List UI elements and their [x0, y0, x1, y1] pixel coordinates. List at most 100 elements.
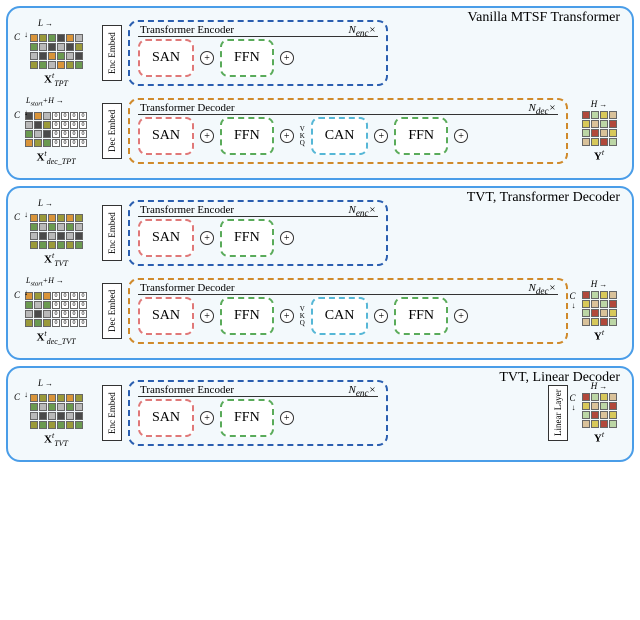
input-var-label: XtTVT	[44, 431, 68, 448]
output-block: H C ↓ Yt	[574, 279, 624, 343]
dim-l-label: L	[38, 198, 53, 208]
decoder-repeat-label: Ndec×	[529, 282, 557, 296]
encoder-input: L C ↓ XtTPT	[16, 18, 96, 88]
add-op: +	[280, 231, 294, 245]
dim-c-label: C	[14, 290, 20, 300]
san-module: SAN	[138, 117, 194, 155]
can-module: CAN	[311, 117, 369, 155]
output-block: H Yt	[574, 99, 624, 163]
output-grid	[582, 111, 617, 146]
input-grid-tvt	[30, 214, 83, 249]
dim-c-arrow: ↓	[24, 390, 28, 399]
dim-c-arrow: ↓	[24, 108, 28, 117]
input-var-label: Xtdec_TVT	[36, 329, 75, 346]
add-op: +	[280, 51, 294, 65]
encoder-input: L C ↓ XtTVT	[16, 198, 96, 268]
panel-tvt-linear-decoder: TVT, Linear Decoder L C ↓ XtTVT Enc Embe…	[6, 366, 634, 462]
add-op: +	[200, 309, 214, 323]
add-op: +	[280, 411, 294, 425]
dim-c-label: C	[14, 110, 20, 120]
ffn-module: FFN	[220, 219, 274, 257]
transformer-encoder-stage: Transformer Encoder Nenc× SAN + FFN +	[128, 200, 388, 266]
dim-c-arrow: ↓	[24, 30, 28, 39]
dim-l-label: Lstart+H	[26, 276, 64, 288]
san-module: SAN	[138, 399, 194, 437]
out-dim-h: H	[591, 99, 608, 109]
input-grid-dec-tvt: 0000 0000 0000 0000	[25, 292, 87, 327]
dim-c-label: C	[14, 32, 20, 42]
residual-line	[138, 36, 378, 37]
encoder-repeat-label: Nenc×	[349, 384, 377, 398]
residual-line	[138, 294, 558, 295]
ffn-module: FFN	[220, 297, 274, 335]
add-op: +	[374, 309, 388, 323]
decoder-stage-label: Transformer Decoder	[140, 282, 235, 294]
decoder-input: Lstart+H C ↓ 0000 0000 0000 0000 Xtdec_T…	[16, 96, 96, 166]
ffn-module: FFN	[220, 117, 274, 155]
enc-embed-box: Enc Embed	[102, 205, 122, 261]
encoder-row: L C ↓ XtTVT Enc Embed Transformer Encode…	[16, 374, 624, 452]
residual-line	[138, 216, 378, 217]
panel-tvt-transformer-decoder: TVT, Transformer Decoder L C ↓ XtTVT Enc…	[6, 186, 634, 360]
input-var-label: XtTVT	[44, 251, 68, 268]
dim-c-arrow: ↓	[24, 210, 28, 219]
add-op: +	[454, 129, 468, 143]
add-op: +	[200, 231, 214, 245]
add-op: +	[200, 51, 214, 65]
output-grid	[582, 393, 617, 428]
out-dim-h: H	[591, 381, 608, 391]
add-op: +	[200, 411, 214, 425]
dim-l-label: L	[38, 18, 53, 28]
can-module: CAN	[311, 297, 369, 335]
kvq-labels: V K Q	[300, 306, 305, 327]
enc-embed-box: Enc Embed	[102, 385, 122, 441]
output-var-label: Yt	[594, 328, 604, 343]
decoder-input: Lstart+H C ↓ 0000 0000 0000 0000 Xtdec_T…	[16, 276, 96, 346]
input-var-label: Xtdec_TPT	[36, 149, 75, 166]
add-op: +	[374, 129, 388, 143]
residual-line	[138, 114, 558, 115]
output-var-label: Yt	[594, 430, 604, 445]
output-var-label: Yt	[594, 148, 604, 163]
encoder-repeat-label: Nenc×	[349, 24, 377, 38]
decoder-row: Lstart+H C ↓ 0000 0000 0000 0000 Xtdec_T…	[16, 272, 624, 350]
dec-embed-box: Dec Embed	[102, 283, 122, 339]
residual-line	[138, 396, 378, 397]
encoder-input: L C ↓ XtTVT	[16, 378, 96, 448]
encoder-row: L C ↓ XtTPT Enc Embed Transformer Encode…	[16, 14, 624, 92]
encoder-row: L C ↓ XtTVT Enc Embed Transformer Encode…	[16, 194, 624, 272]
add-op: +	[200, 129, 214, 143]
encoder-stage-label: Transformer Encoder	[140, 204, 234, 216]
transformer-encoder-stage: Transformer Encoder Nenc× SAN + FFN +	[128, 20, 388, 86]
dim-l-label: L	[38, 378, 53, 388]
ffn-module: FFN	[394, 297, 448, 335]
input-grid-dec-tpt: 0000 0000 0000 0000	[25, 112, 87, 147]
dim-l-label: Lstart+H	[26, 96, 64, 108]
input-var-label: XtTPT	[44, 71, 68, 88]
decoder-row: Lstart+H C ↓ 0000 0000 0000 0000 Xtdec_T…	[16, 92, 624, 170]
input-grid-tpt	[30, 34, 83, 69]
encoder-repeat-label: Nenc×	[349, 204, 377, 218]
ffn-module: FFN	[220, 399, 274, 437]
transformer-decoder-stage: Transformer Decoder Ndec× SAN + FFN + V …	[128, 278, 568, 344]
out-dim-c: C	[570, 393, 576, 403]
add-op: +	[280, 129, 294, 143]
transformer-encoder-stage: Transformer Encoder Nenc× SAN + FFN +	[128, 380, 388, 446]
encoder-stage-label: Transformer Encoder	[140, 24, 234, 36]
kvq-labels: V K Q	[300, 126, 305, 147]
transformer-decoder-stage: Transformer Decoder Ndec× SAN + FFN + V …	[128, 98, 568, 164]
panel-vanilla-mtsf: Vanilla MTSF Transformer L C ↓ XtTPT Enc…	[6, 6, 634, 180]
san-module: SAN	[138, 39, 194, 77]
dim-c-label: C	[14, 392, 20, 402]
dec-embed-box: Dec Embed	[102, 103, 122, 159]
out-dim-c: C	[570, 291, 576, 301]
enc-embed-box: Enc Embed	[102, 25, 122, 81]
ffn-module: FFN	[394, 117, 448, 155]
ffn-module: FFN	[220, 39, 274, 77]
out-dim-h: H	[591, 279, 608, 289]
input-grid-tvt	[30, 394, 83, 429]
decoder-repeat-label: Ndec×	[529, 102, 557, 116]
linear-layer-box: Linear Layer	[548, 385, 568, 441]
dim-c-arrow: ↓	[24, 288, 28, 297]
output-block: H C ↓ Yt	[574, 381, 624, 445]
